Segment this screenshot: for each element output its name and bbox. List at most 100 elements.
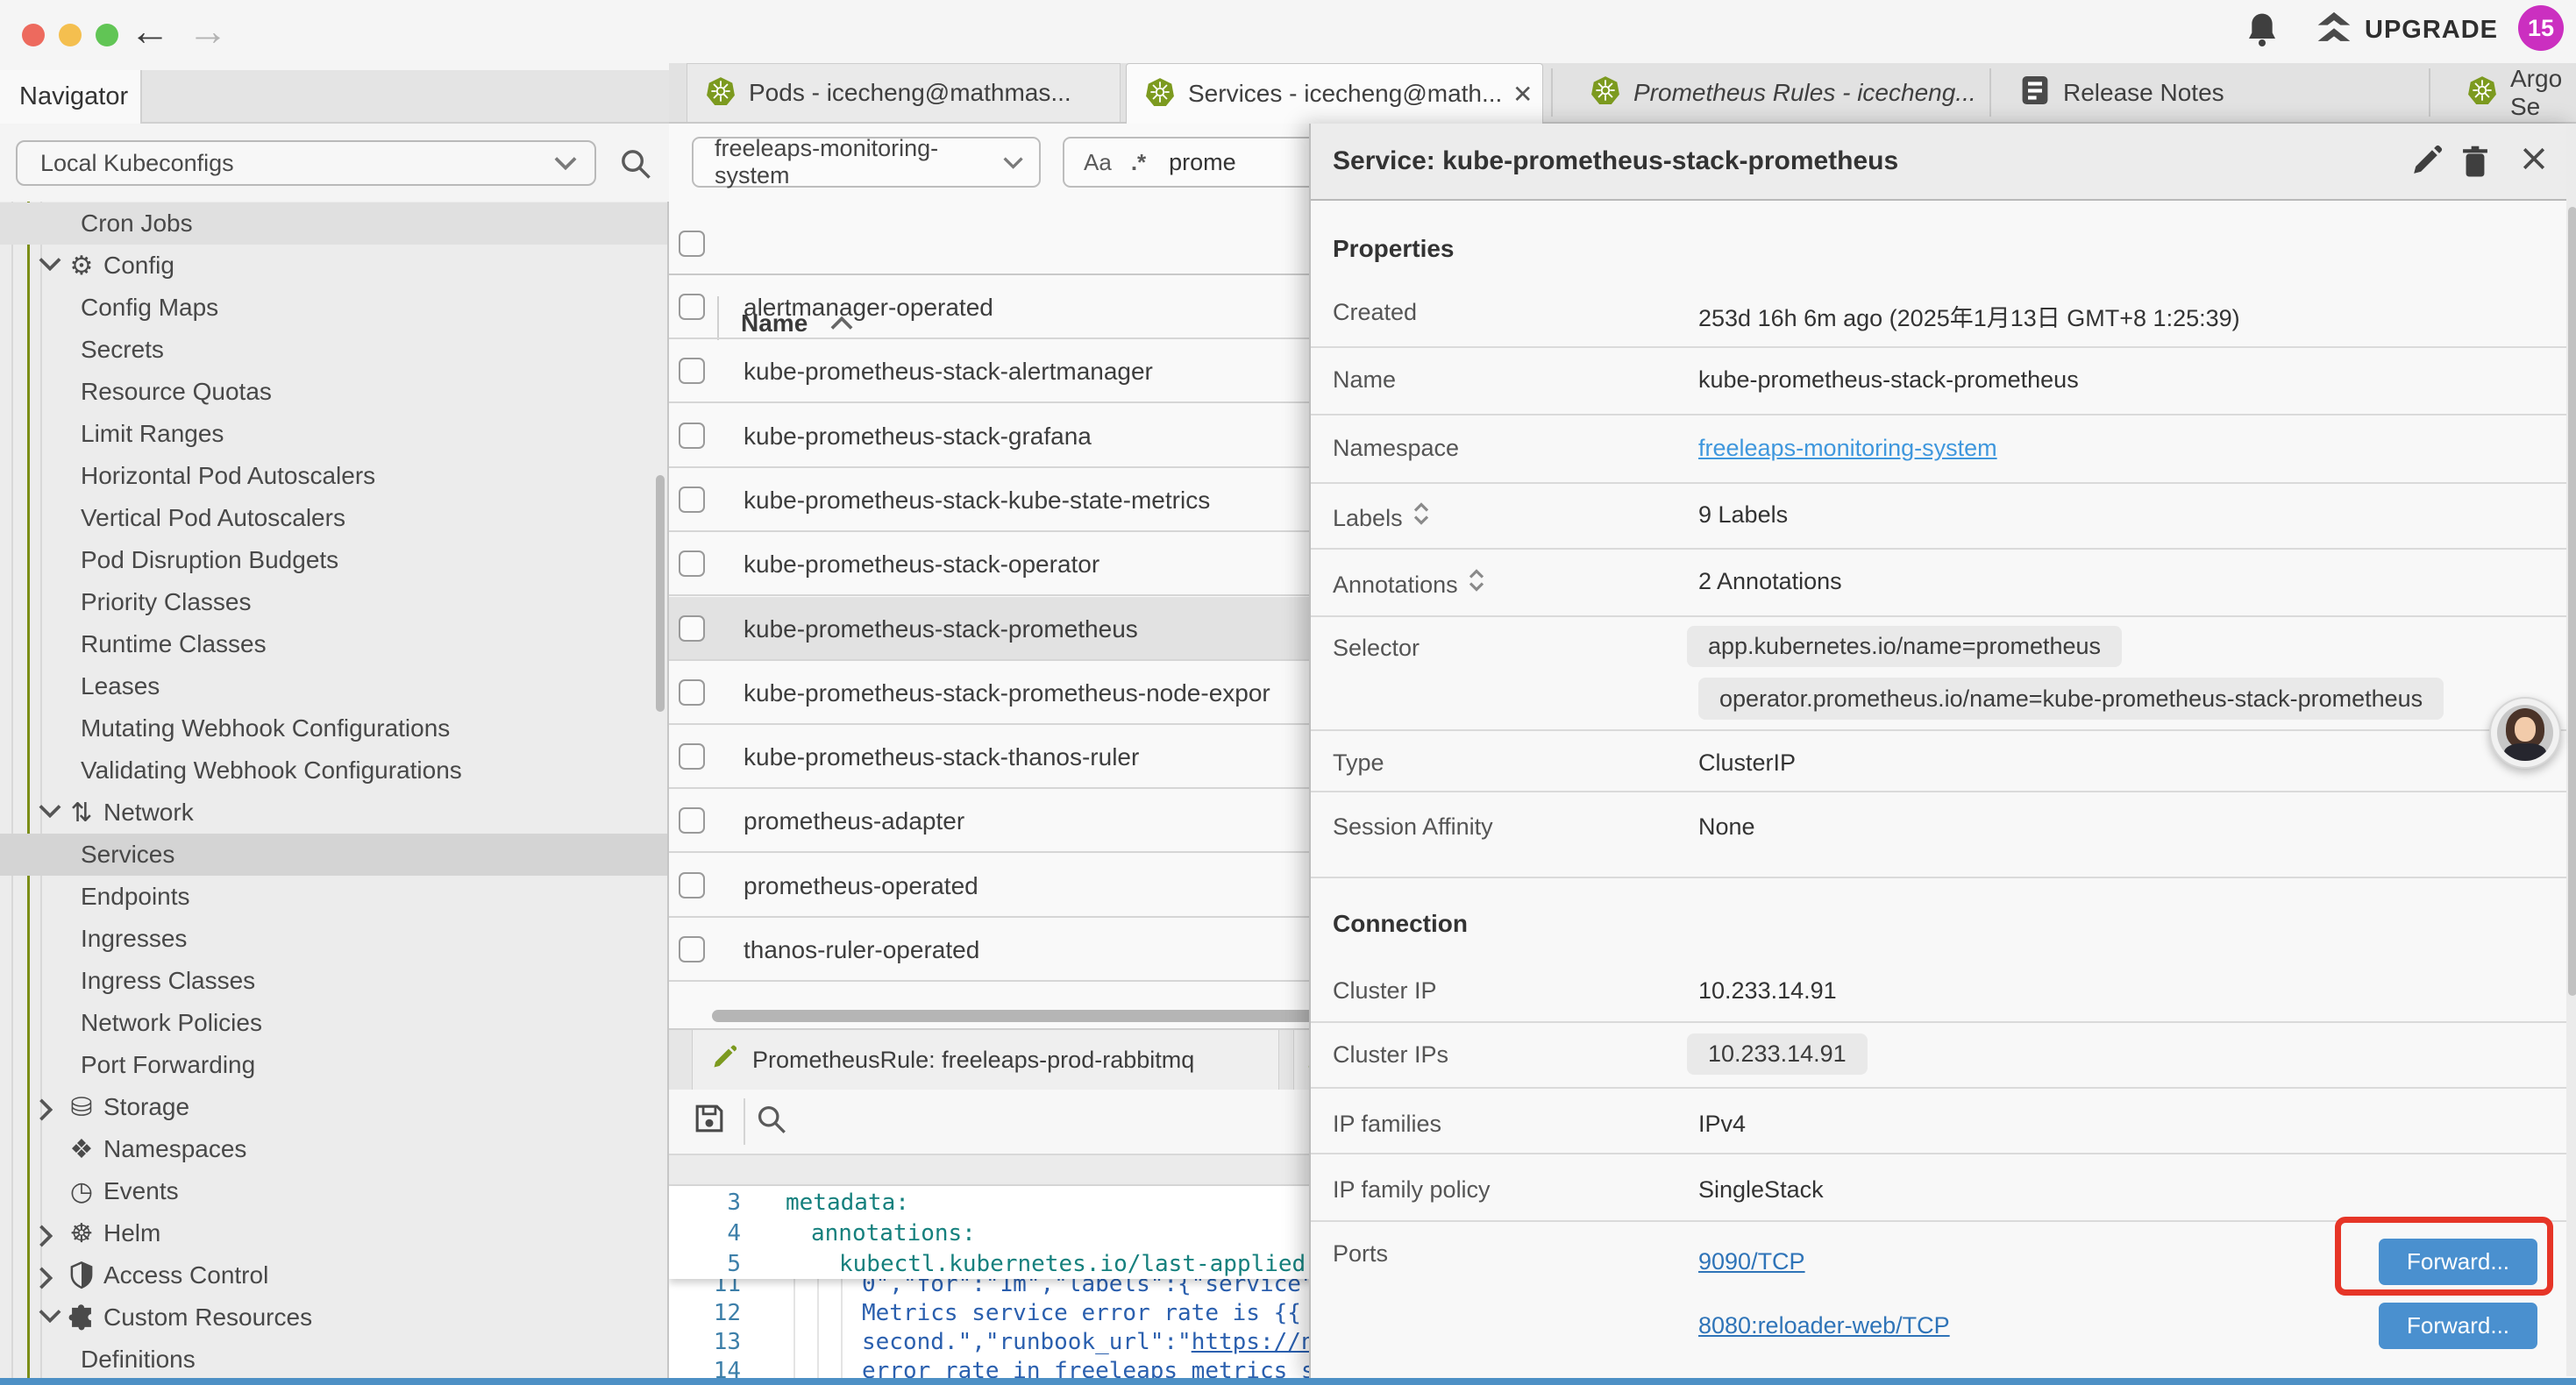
service-name-cell: alertmanager-operated — [744, 275, 993, 339]
edit-icon[interactable] — [2409, 145, 2443, 182]
close-window-button[interactable] — [22, 24, 45, 46]
sidebar-tree — [0, 202, 669, 1378]
row-checkbox[interactable] — [679, 872, 705, 898]
ports-label: Ports — [1333, 1240, 1388, 1268]
section-heading-properties: Properties — [1333, 235, 1455, 263]
editor-line: 12 Metrics service error rate is {{ $va — [669, 1298, 1322, 1328]
row-checkbox[interactable] — [679, 679, 705, 706]
tab-services[interactable]: Services - icecheng@math... ✕ — [1126, 63, 1543, 124]
back-icon[interactable]: ← — [130, 7, 170, 54]
delete-icon[interactable] — [2459, 145, 2491, 184]
row-checkbox[interactable] — [679, 423, 705, 449]
selector-label: Selector — [1333, 635, 1420, 662]
annotations-value: 2 Annotations — [1698, 568, 1842, 595]
match-case-toggle[interactable]: Aa — [1084, 149, 1112, 176]
table-row-kube-prometheus-stack-kube-state-metrics[interactable]: kube-prometheus-stack-kube-state-metrics — [669, 468, 1322, 532]
window-titlebar: ← → UPGRADE 15 — [0, 0, 2576, 63]
table-row-kube-prometheus-stack-operator[interactable]: kube-prometheus-stack-operator — [669, 532, 1322, 596]
sidebar-scrollbar[interactable] — [656, 475, 665, 712]
tab-argo[interactable]: Argo Se — [2449, 63, 2576, 122]
notification-count-badge[interactable]: 15 — [2518, 5, 2564, 51]
row-checkbox[interactable] — [679, 743, 705, 770]
editor-line: 4 annotations: — [669, 1218, 1322, 1248]
editor-tab-prometheusrule[interactable]: PrometheusRule: freeleaps-prod-rabbitmq — [692, 1030, 1279, 1091]
namespace-select[interactable]: freeleaps-monitoring-system — [692, 137, 1041, 188]
ip-family-policy-value: SingleStack — [1698, 1176, 1824, 1204]
table-header-row: Name — [669, 204, 1322, 275]
service-name-cell: prometheus-operated — [744, 854, 978, 918]
row-checkbox[interactable] — [679, 358, 705, 384]
indent-guide — [11, 202, 13, 1378]
horizontal-scrollbar[interactable] — [712, 1010, 1315, 1022]
tab-navigator[interactable]: Navigator — [0, 70, 142, 124]
kubernetes-icon — [1146, 77, 1174, 111]
upgrade-chevrons-icon[interactable] — [2315, 9, 2353, 57]
close-tab-icon[interactable]: ✕ — [1512, 80, 1533, 109]
select-all-checkbox[interactable] — [679, 231, 705, 257]
user-avatar[interactable] — [2489, 697, 2561, 769]
row-checkbox[interactable] — [679, 487, 705, 513]
tab-release-notes[interactable]: Release Notes — [2002, 63, 2423, 122]
table-row-kube-prometheus-stack-grafana[interactable]: kube-prometheus-stack-grafana — [669, 404, 1322, 468]
expand-collapse-icon[interactable] — [1469, 568, 1484, 599]
ip-families-label: IP families — [1333, 1111, 1441, 1138]
search-input[interactable]: Aa .* prome — [1063, 137, 1322, 188]
tab-separator — [2429, 68, 2430, 117]
editor-divider-band — [669, 1154, 1322, 1186]
search-query-text: prome — [1169, 149, 1236, 176]
table-row-kube-prometheus-stack-thanos-ruler[interactable]: kube-prometheus-stack-thanos-ruler — [669, 725, 1322, 789]
detail-title: Service: kube-prometheus-stack-prometheu… — [1333, 124, 1898, 199]
navigator-tab-label: Navigator — [19, 82, 128, 111]
service-name-cell: kube-prometheus-stack-grafana — [744, 404, 1092, 468]
table-row-alertmanager-operated[interactable]: alertmanager-operated — [669, 275, 1322, 339]
table-row-prometheus-operated[interactable]: prometheus-operated — [669, 854, 1322, 918]
save-icon[interactable] — [693, 1102, 726, 1140]
tab-prometheus-rules[interactable]: Prometheus Rules - icecheng... — [1572, 63, 1984, 122]
table-row-prometheus-adapter[interactable]: prometheus-adapter — [669, 789, 1322, 853]
tab-pods[interactable]: Pods - icecheng@mathmas... — [687, 63, 1121, 122]
namespace-label: Namespace — [1333, 435, 1459, 462]
regex-toggle[interactable]: .* — [1131, 149, 1146, 176]
kubeconfig-select[interactable]: Local Kubeconfigs — [16, 140, 596, 186]
close-icon[interactable] — [2518, 143, 2550, 179]
detail-scrollbar[interactable] — [2568, 207, 2576, 996]
row-checkbox[interactable] — [679, 807, 705, 834]
kubernetes-icon — [707, 76, 735, 110]
ip-family-policy-label: IP family policy — [1333, 1176, 1491, 1204]
service-detail-panel: Service: kube-prometheus-stack-prometheu… — [1309, 124, 2576, 1378]
bell-icon[interactable] — [2245, 11, 2280, 53]
name-value: kube-prometheus-stack-prometheus — [1698, 366, 2079, 394]
editor-line: 5 kubectl.kubernetes.io/last-applied-con… — [669, 1249, 1322, 1279]
forward-icon[interactable]: → — [188, 7, 228, 54]
editor-line: 13 second.","runbook_url":"https://net — [669, 1327, 1322, 1357]
yaml-editor[interactable]: 11 0","for":"1m","labels":{"service":"f … — [669, 1186, 1322, 1378]
forward-button-8080[interactable]: Forward... — [2379, 1303, 2537, 1349]
port-link-8080[interactable]: 8080:reloader-web/TCP — [1698, 1312, 1950, 1339]
port-link-9090[interactable]: 9090/TCP — [1698, 1248, 1805, 1275]
window-bottom-accent — [0, 1378, 2576, 1385]
upgrade-button[interactable]: UPGRADE — [2365, 16, 2498, 45]
indent-guide — [40, 202, 42, 1378]
row-checkbox[interactable] — [679, 936, 705, 962]
table-row-thanos-ruler-operated[interactable]: thanos-ruler-operated — [669, 918, 1322, 982]
table-row-kube-prometheus-stack-prometheus-node-expor[interactable]: kube-prometheus-stack-prometheus-node-ex… — [669, 661, 1322, 725]
row-checkbox[interactable] — [679, 294, 705, 320]
maximize-window-button[interactable] — [96, 24, 118, 46]
kubernetes-icon — [1591, 75, 1619, 110]
editor-line: 3 metadata: — [669, 1188, 1322, 1218]
row-checkbox[interactable] — [679, 615, 705, 642]
labels-label: Labels — [1333, 501, 1429, 532]
namespace-link[interactable]: freeleaps-monitoring-system — [1698, 435, 1997, 462]
session-affinity-label: Session Affinity — [1333, 813, 1493, 841]
tab-bar: Pods - icecheng@mathmas... Services - ic… — [669, 63, 2576, 124]
expand-collapse-icon[interactable] — [1413, 501, 1429, 532]
sidebar-search-icon[interactable] — [619, 147, 652, 185]
name-label: Name — [1333, 366, 1396, 394]
table-row-kube-prometheus-stack-prometheus[interactable]: kube-prometheus-stack-prometheus — [669, 597, 1322, 661]
minimize-window-button[interactable] — [59, 24, 82, 46]
service-name-cell: kube-prometheus-stack-operator — [744, 532, 1099, 596]
editor-search-icon[interactable] — [756, 1104, 787, 1140]
row-checkbox[interactable] — [679, 550, 705, 577]
session-affinity-value: None — [1698, 813, 1755, 841]
table-row-kube-prometheus-stack-alertmanager[interactable]: kube-prometheus-stack-alertmanager — [669, 339, 1322, 403]
